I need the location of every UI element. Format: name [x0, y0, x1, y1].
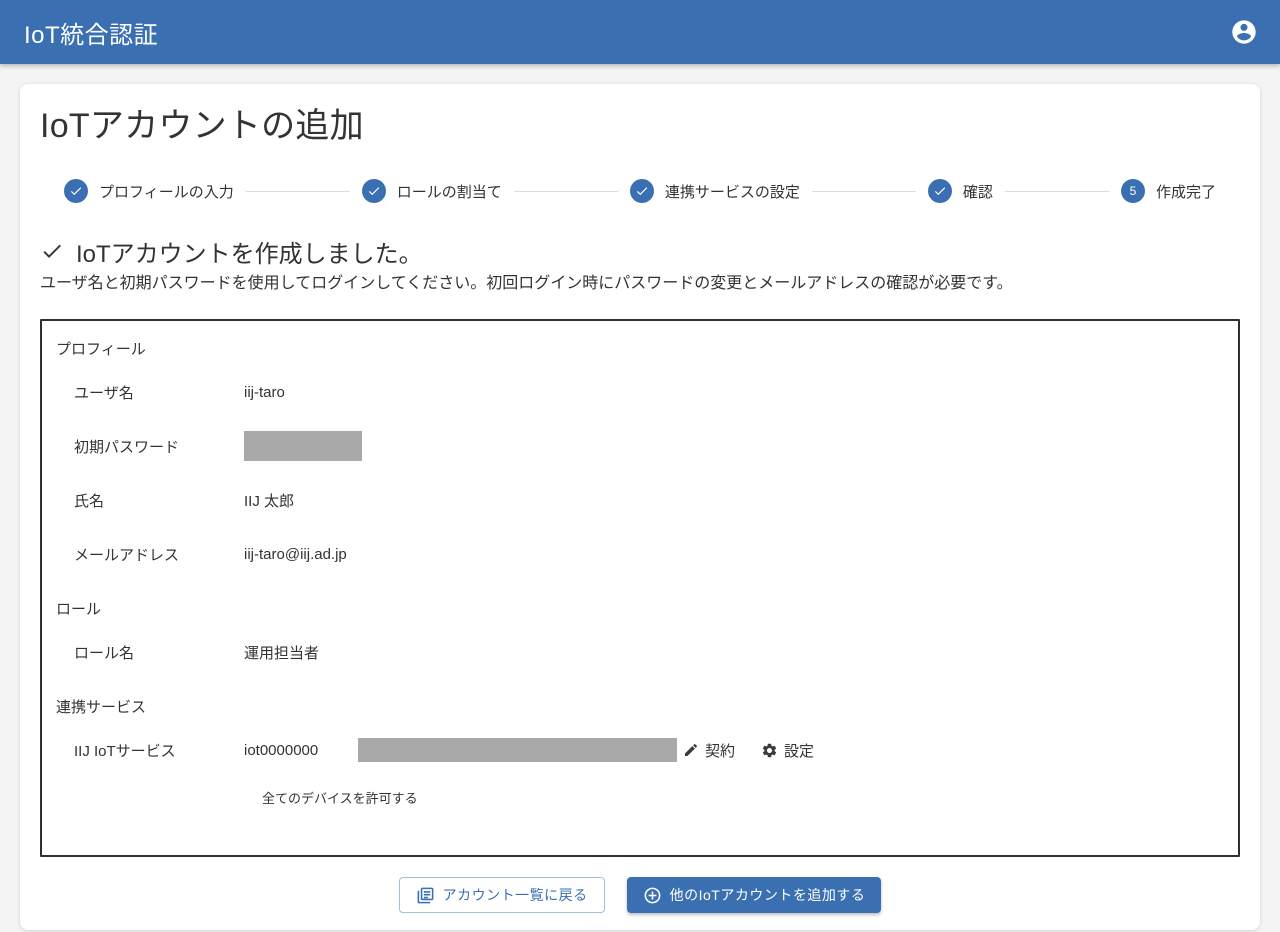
step-check-icon — [629, 179, 654, 203]
back-button-label: アカウント一覧に戻る — [442, 887, 588, 903]
gear-icon — [761, 742, 778, 759]
service-permission-note: 全てのデバイスを許可する — [262, 790, 418, 806]
pencil-icon — [683, 742, 699, 758]
email-label: メールアドレス — [74, 546, 180, 564]
add-button-label: 他のIoTアカウントを追加する — [669, 887, 866, 903]
section-title-role: ロール — [56, 600, 102, 618]
stepper-step-role: ロールの割当て — [361, 179, 502, 203]
row-email: メールアドレス iij-taro@iij.ad.jp — [42, 527, 1238, 581]
account-list-icon — [416, 886, 435, 905]
contract-link-label: 契約 — [705, 742, 736, 760]
stepper-connector — [513, 190, 618, 192]
email-value: iij-taro@iij.ad.jp — [244, 545, 347, 563]
stepper-connector — [811, 190, 916, 192]
iot-service-label: IIJ IoTサービス — [74, 742, 176, 760]
page-title: IoTアカウントの追加 — [40, 107, 364, 145]
row-role-name: ロール名 運用担当者 — [42, 625, 1238, 679]
fullname-label: 氏名 — [74, 492, 105, 510]
action-buttons: アカウント一覧に戻る 他のIoTアカウントを追加する — [40, 877, 1240, 913]
row-initial-password: 初期パスワード — [42, 419, 1238, 473]
contract-link[interactable]: 契約 — [683, 740, 735, 761]
result-note: ユーザ名と初期パスワードを使用してログインしてください。初回ログイン時にパスワー… — [40, 275, 1013, 292]
content-card: IoTアカウントの追加 プロフィールの入力 ロールの割当て 連携サービスの設定 — [20, 84, 1260, 930]
username-label: ユーザ名 — [74, 384, 134, 402]
result-heading: IoTアカウントを作成しました。 — [40, 235, 1240, 268]
stepper-step-confirm: 確認 — [927, 179, 993, 203]
row-iot-service: IIJ IoTサービス iot0000000 契約 設定 — [42, 723, 1238, 777]
row-fullname: 氏名 IIJ 太郎 — [42, 473, 1238, 527]
step-number-badge: 5 — [1121, 179, 1145, 203]
step-check-icon — [927, 179, 952, 203]
section-title-services: 連携サービス — [56, 698, 147, 716]
fullname-value: IIJ 太郎 — [244, 492, 295, 510]
stepper-step-profile: プロフィールの入力 — [64, 179, 234, 203]
step-label: 連携サービスの設定 — [664, 183, 800, 201]
plus-circle-icon — [643, 886, 662, 905]
account-circle-icon[interactable] — [1228, 16, 1260, 48]
row-username: ユーザ名 iij-taro — [42, 365, 1238, 419]
step-check-icon — [64, 179, 88, 203]
redacted-password-value — [244, 431, 362, 461]
back-to-account-list-button[interactable]: アカウント一覧に戻る — [398, 877, 605, 913]
stepper-step-complete: 5 作成完了 — [1121, 179, 1216, 203]
section-title-profile: プロフィール — [56, 340, 146, 358]
stepper-step-services: 連携サービスの設定 — [629, 179, 800, 203]
step-check-icon — [361, 179, 386, 203]
step-label: プロフィールの入力 — [99, 183, 234, 201]
step-label: ロールの割当て — [396, 183, 502, 201]
password-label: 初期パスワード — [74, 438, 180, 456]
settings-link-label: 設定 — [784, 742, 815, 760]
settings-link[interactable]: 設定 — [761, 740, 814, 761]
username-value: iij-taro — [244, 383, 285, 401]
stepper: プロフィールの入力 ロールの割当て 連携サービスの設定 確認 5 作成完了 — [40, 169, 1240, 213]
result-heading-text: IoTアカウントを作成しました。 — [76, 240, 423, 268]
stepper-connector — [245, 190, 350, 192]
redacted-contract-value — [358, 738, 677, 762]
stepper-connector — [1004, 190, 1109, 192]
iot-service-value: iot0000000 — [244, 741, 319, 759]
step-label: 確認 — [962, 183, 993, 201]
check-icon — [40, 239, 64, 263]
step-label: 作成完了 — [1156, 183, 1217, 201]
add-another-account-button[interactable]: 他のIoTアカウントを追加する — [626, 877, 882, 913]
summary-box: プロフィール ユーザ名 iij-taro 初期パスワード 氏名 IIJ 太郎 メ… — [40, 319, 1240, 857]
app-bar: IoT統合認証 — [0, 0, 1280, 64]
app-title: IoT統合認証 — [24, 21, 159, 49]
role-name-value: 運用担当者 — [244, 644, 320, 662]
role-name-label: ロール名 — [74, 644, 135, 662]
